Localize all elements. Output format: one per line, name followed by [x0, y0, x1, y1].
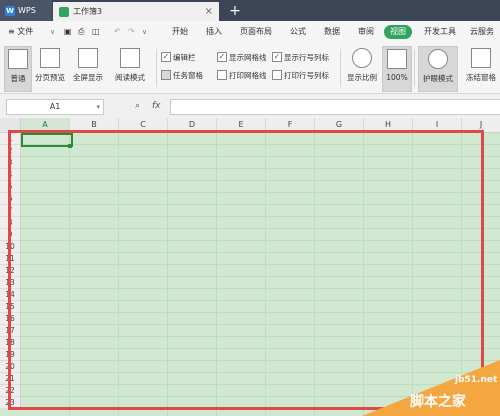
reading-mode-label: 阅读模式 [115, 73, 145, 82]
checkbox-formula-bar[interactable]: ✓ 编辑栏 [161, 52, 196, 64]
file-menu[interactable]: ≡ 文件 [8, 21, 33, 43]
checkbox-show-headings-box: ✓ [272, 52, 282, 62]
checkbox-show-gridlines-box: ✓ [217, 52, 227, 62]
page-break-preview-button[interactable]: 分页预览 [32, 46, 68, 90]
wps-logo-icon: W [5, 5, 15, 16]
page-break-preview-label: 分页预览 [35, 73, 65, 82]
menu-bar: ≡ 文件 ∨ ▣ ⎙ ◫ ↶ ↷ ∨ 开始 插入 页面布局 公式 数据 审阅 视… [0, 21, 500, 44]
menu-view[interactable]: 视图 [384, 25, 412, 39]
zoom-ratio-label: 显示比例 [347, 73, 377, 82]
formula-input[interactable] [170, 99, 500, 115]
normal-view-label: 普通 [10, 74, 26, 83]
checkbox-show-headings[interactable]: ✓ 显示行号列标 [272, 52, 329, 64]
checkbox-task-pane-label: 任务窗格 [173, 71, 203, 80]
zoom-ratio-button[interactable]: 显示比例 [344, 46, 380, 90]
checkbox-print-gridlines-box [217, 70, 227, 80]
eye-protection-label: 护眼模式 [423, 74, 453, 83]
watermark-name: 脚本之家 [410, 394, 466, 410]
tab-wps[interactable]: W WPS [0, 0, 52, 21]
fullscreen-icon [78, 48, 98, 68]
chevron-down-icon[interactable]: ∨ [50, 21, 55, 43]
reading-mode-icon [120, 48, 140, 68]
page-break-preview-icon [40, 48, 60, 68]
checkbox-show-gridlines-label: 显示网格线 [229, 53, 267, 62]
zoom-100-icon [387, 49, 407, 69]
quick-access-chevron-icon[interactable]: ∨ [142, 21, 147, 43]
redo-icon[interactable]: ↷ [128, 21, 135, 43]
freeze-panes-icon [471, 48, 491, 68]
eye-icon [428, 49, 448, 69]
name-box[interactable]: A1 ▾ [6, 99, 104, 115]
menu-formula[interactable]: 公式 [290, 21, 306, 43]
eye-protection-button[interactable]: 护眼模式 [418, 46, 458, 92]
checkbox-print-headings-box [272, 70, 282, 80]
menu-developer[interactable]: 开发工具 [424, 21, 456, 43]
checkbox-show-gridlines[interactable]: ✓ 显示网格线 [217, 52, 267, 64]
checkbox-print-gridlines[interactable]: 打印网格线 [217, 70, 267, 82]
menu-data[interactable]: 数据 [324, 21, 340, 43]
freeze-panes-label: 冻结窗格 [466, 73, 496, 82]
zoom-100-button[interactable]: 100% [382, 46, 412, 92]
ribbon-view: 普通 分页预览 全屏显示 阅读模式 ✓ 编辑栏 任务窗格 ✓ 显示网格线 打印网格线… [0, 43, 500, 94]
title-bar: W WPS 工作簿3 × + [0, 0, 500, 21]
ribbon-divider [414, 49, 415, 87]
reading-mode-button[interactable]: 阅读模式 [108, 46, 152, 90]
checkbox-print-headings[interactable]: 打印行号列标 [272, 70, 329, 82]
menu-page-layout[interactable]: 页面布局 [240, 21, 272, 43]
checkbox-formula-bar-box: ✓ [161, 52, 171, 62]
save-icon[interactable]: ▣ [64, 21, 72, 43]
fx-icon[interactable]: fx [152, 99, 161, 113]
name-box-dropdown-icon[interactable]: ▾ [96, 100, 100, 114]
ribbon-divider [156, 49, 157, 87]
formula-bar: A1 ▾ ⌕ fx [0, 94, 500, 119]
checkbox-print-gridlines-label: 打印网格线 [229, 71, 267, 80]
checkbox-print-headings-label: 打印行号列标 [284, 71, 329, 80]
fullscreen-label: 全屏显示 [73, 73, 103, 82]
zoom-search-icon[interactable]: ⌕ [135, 99, 140, 113]
normal-view-button[interactable]: 普通 [4, 46, 32, 92]
menu-insert[interactable]: 插入 [206, 21, 222, 43]
zoom-100-label: 100% [386, 73, 408, 82]
print-icon[interactable]: ⎙ [78, 21, 84, 43]
menu-home[interactable]: 开始 [172, 21, 188, 43]
undo-icon[interactable]: ↶ [114, 21, 121, 43]
checkbox-task-pane-box [161, 70, 171, 80]
checkbox-task-pane[interactable]: 任务窗格 [161, 70, 203, 82]
spreadsheet-icon [59, 6, 69, 17]
menu-cloud[interactable]: 云服务 [470, 21, 494, 43]
tab-workbook-label: 工作簿3 [73, 7, 103, 16]
freeze-panes-button[interactable]: 冻结窗格 [462, 46, 500, 90]
magnifier-icon [352, 48, 372, 68]
tab-workbook[interactable]: 工作簿3 × [53, 2, 219, 21]
name-box-value: A1 [49, 102, 61, 111]
checkbox-formula-bar-label: 编辑栏 [173, 53, 196, 62]
ribbon-divider [340, 49, 341, 87]
watermark-site: jb51.net [455, 375, 498, 385]
tab-wps-label: WPS [18, 6, 36, 15]
print-preview-icon[interactable]: ◫ [92, 21, 100, 43]
fullscreen-button[interactable]: 全屏显示 [70, 46, 106, 90]
new-tab-button[interactable]: + [226, 2, 244, 20]
normal-view-icon [8, 49, 28, 69]
checkbox-show-headings-label: 显示行号列标 [284, 53, 329, 62]
menu-review[interactable]: 审阅 [358, 21, 374, 43]
close-tab-icon[interactable]: × [205, 6, 213, 17]
